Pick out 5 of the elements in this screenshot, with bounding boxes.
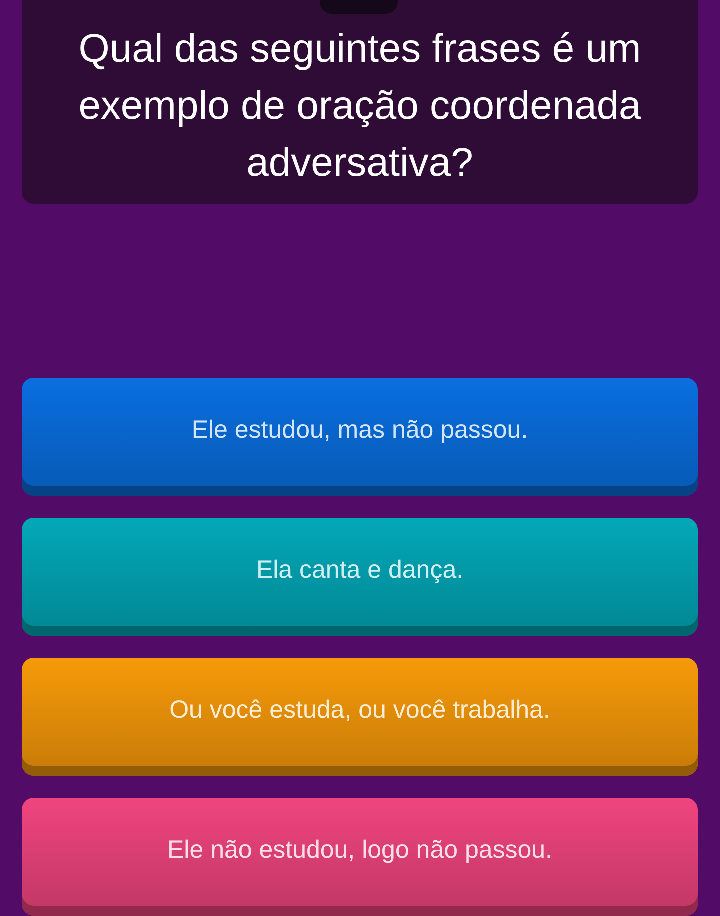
answer-button[interactable]: Ela canta e dança. <box>22 518 698 636</box>
answer-button[interactable]: Ou você estuda, ou você trabalha. <box>22 658 698 776</box>
answer-button[interactable]: Ele não estudou, logo não passou. <box>22 798 698 916</box>
answer-button[interactable]: Ele estudou, mas não passou. <box>22 378 698 496</box>
question-text: Qual das seguintes frases é um exemplo de oração coordenada adversativa? <box>78 26 642 186</box>
